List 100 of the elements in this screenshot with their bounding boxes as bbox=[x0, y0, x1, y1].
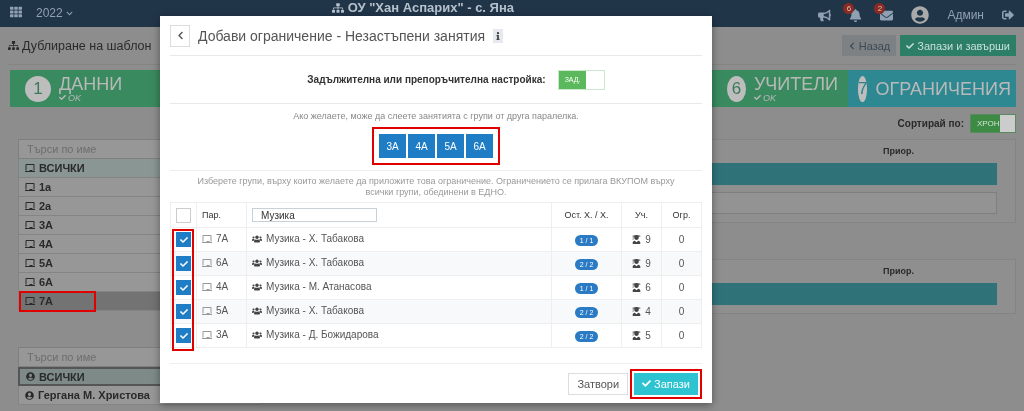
item-label: 5А bbox=[39, 257, 54, 269]
group-icon bbox=[252, 257, 262, 268]
classroom-icon bbox=[202, 257, 212, 268]
check-icon bbox=[642, 379, 652, 388]
table-cell: 0 bbox=[661, 275, 702, 300]
dialog-title: Добави ограничение - Незастъпени занятия bbox=[198, 27, 486, 44]
page-title: Дублиране на шаблон bbox=[22, 38, 152, 53]
column-header: Ост. Х. / Х. bbox=[551, 202, 622, 228]
back-button[interactable] bbox=[170, 24, 190, 47]
user-name[interactable]: Админ bbox=[947, 8, 984, 22]
check-icon bbox=[906, 41, 915, 50]
item-label: 1а bbox=[39, 181, 52, 193]
classroom-icon bbox=[202, 281, 212, 292]
group-icon bbox=[252, 281, 262, 292]
checkbox[interactable] bbox=[176, 280, 191, 295]
table-cell: 0 bbox=[661, 299, 702, 324]
classroom-icon bbox=[202, 329, 212, 340]
column-header: Приор. bbox=[883, 266, 914, 276]
megaphone-icon[interactable] bbox=[818, 8, 832, 22]
sort-toggle[interactable]: ХРОН bbox=[970, 113, 1016, 133]
group-button[interactable]: 4А bbox=[408, 134, 435, 158]
logout-icon[interactable] bbox=[1002, 9, 1014, 21]
item-label: 4А bbox=[39, 238, 54, 250]
table-cell: 0 bbox=[661, 323, 702, 348]
table-cell: 6А bbox=[216, 257, 229, 269]
save-finish-button[interactable]: Запази и завърши bbox=[900, 35, 1016, 56]
setting-label: Задължителна или препоръчителна настройка: bbox=[307, 74, 546, 85]
classroom-icon bbox=[25, 277, 35, 287]
table-cell: Музика - М. Атанасова bbox=[266, 281, 372, 293]
item-label: Гергана М. Христова bbox=[38, 389, 150, 401]
table-cell: Музика - Х. Табакова bbox=[266, 257, 364, 269]
table-cell: 3А bbox=[216, 329, 229, 341]
item-label: 6А bbox=[39, 276, 54, 288]
table-cell: Музика - Д. Божидарова bbox=[266, 329, 379, 341]
step-status: OK bbox=[68, 92, 81, 103]
group-button[interactable]: 3А bbox=[379, 134, 406, 158]
student-icon bbox=[632, 330, 642, 340]
classroom-icon bbox=[202, 305, 212, 316]
student-icon bbox=[632, 306, 642, 316]
bell-icon[interactable] bbox=[849, 8, 863, 22]
notification-badge: 6 bbox=[843, 2, 855, 14]
caret-icon bbox=[65, 9, 73, 17]
group-icon bbox=[252, 233, 262, 244]
close-button[interactable]: Затвори bbox=[568, 372, 629, 395]
message-badge: 2 bbox=[874, 2, 886, 14]
checkbox[interactable] bbox=[176, 207, 191, 223]
checkbox[interactable] bbox=[176, 304, 191, 319]
person-icon bbox=[26, 372, 35, 381]
step-number: 1 bbox=[25, 75, 51, 102]
check-icon bbox=[59, 94, 66, 101]
step-label: УЧИТЕЛИ bbox=[753, 74, 838, 93]
merge-hint: Ако желаете, може да слеете занятията с групи от друга паралелка. bbox=[293, 111, 579, 121]
table-cell: 4А bbox=[216, 281, 229, 293]
student-icon bbox=[632, 234, 642, 244]
table-cell: 0 bbox=[661, 227, 702, 252]
chevron-left-icon bbox=[847, 41, 856, 50]
group-button[interactable]: 6А bbox=[466, 134, 493, 158]
table-cell: 6 bbox=[645, 281, 651, 293]
check-icon bbox=[179, 283, 188, 292]
check-icon bbox=[753, 94, 761, 101]
step-number: 7 bbox=[858, 75, 868, 102]
check-icon bbox=[179, 331, 188, 340]
classroom-icon bbox=[202, 233, 212, 244]
info-icon[interactable] bbox=[493, 28, 504, 43]
step-number: 6 bbox=[727, 75, 746, 102]
classroom-icon bbox=[25, 296, 35, 306]
classroom-icon bbox=[25, 258, 35, 268]
classroom-icon bbox=[25, 163, 35, 173]
table-cell: 0 bbox=[661, 251, 702, 276]
table-cell: 4 bbox=[645, 305, 651, 317]
classroom-icon bbox=[25, 239, 35, 249]
filter-field[interactable]: Музика bbox=[252, 208, 377, 222]
year-dropdown[interactable]: 2022 bbox=[36, 6, 73, 20]
column-header: Пар. bbox=[196, 202, 247, 228]
menu-icon[interactable] bbox=[10, 6, 22, 18]
mail-icon[interactable] bbox=[880, 8, 894, 22]
sort-label: Сортирай по: bbox=[897, 117, 964, 129]
column-header: Огр. bbox=[661, 202, 702, 228]
item-label: ВСИЧКИ bbox=[39, 370, 85, 383]
check-icon bbox=[179, 235, 188, 244]
checkbox[interactable] bbox=[176, 256, 191, 271]
table-cell: Музика - Х. Табакова bbox=[266, 233, 364, 245]
chevron-left-icon bbox=[175, 31, 185, 40]
group-icon bbox=[252, 329, 262, 340]
step-tab[interactable]: 7 ОГРАНИЧЕНИЯ bbox=[848, 70, 1016, 107]
check-icon bbox=[179, 259, 188, 268]
checkbox[interactable] bbox=[176, 328, 191, 343]
column-header: Приор. bbox=[883, 146, 914, 156]
classroom-icon bbox=[25, 220, 35, 230]
classroom-icon bbox=[25, 201, 35, 211]
item-label: ВСИЧКИ bbox=[39, 162, 85, 174]
classroom-icon bbox=[25, 182, 35, 192]
back-button[interactable]: Назад bbox=[841, 35, 897, 56]
table-cell: 9 bbox=[645, 233, 651, 245]
student-icon bbox=[632, 258, 642, 268]
avatar-icon bbox=[911, 6, 930, 24]
item-label: 3А bbox=[39, 219, 54, 231]
checkbox[interactable] bbox=[176, 232, 191, 247]
group-button[interactable]: 5А bbox=[437, 134, 464, 158]
column-header: Уч. bbox=[621, 202, 662, 228]
